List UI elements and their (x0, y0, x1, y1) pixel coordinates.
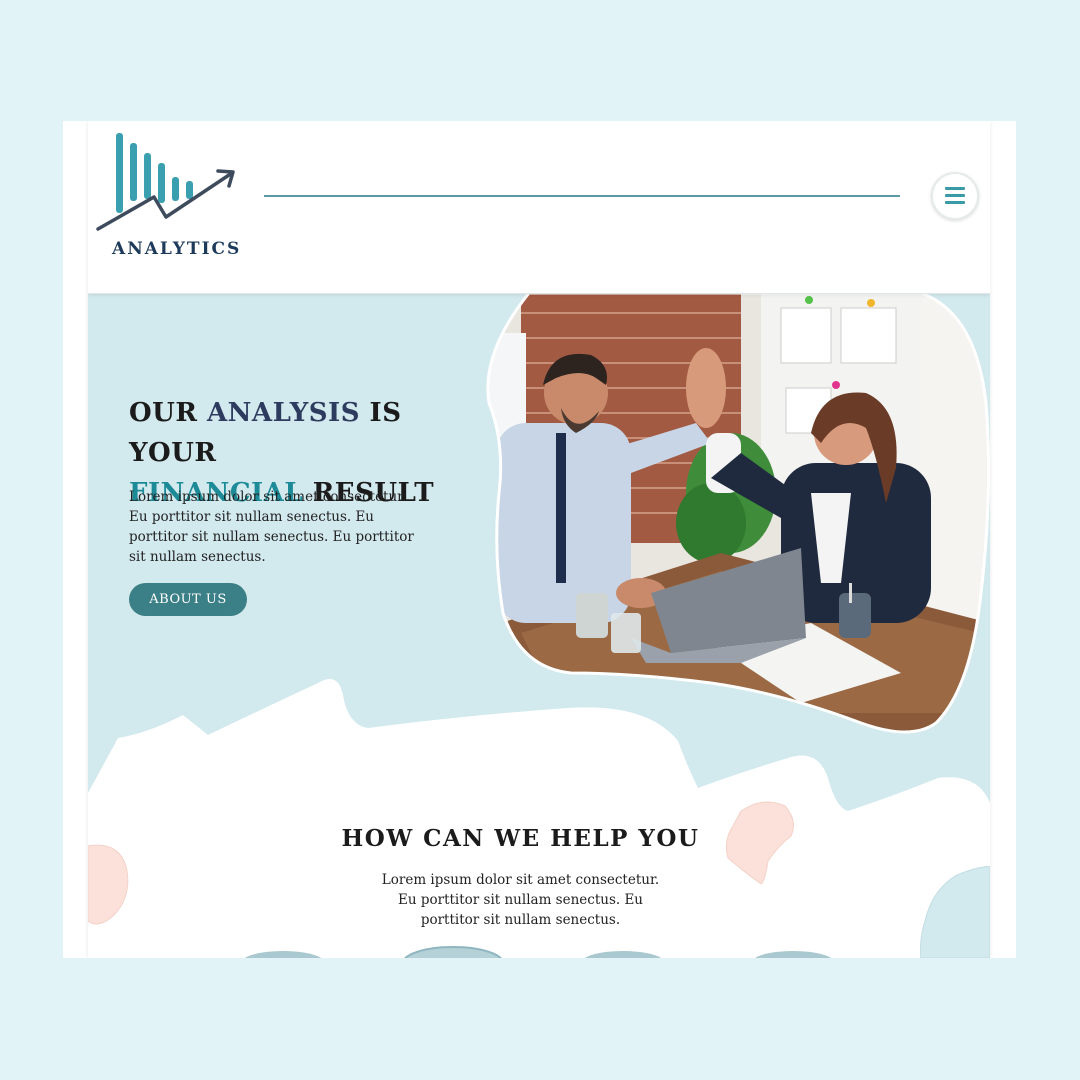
about-us-button[interactable]: ABOUT US (129, 583, 247, 616)
header-divider-line (264, 195, 900, 197)
hero-section: OUR ANALYSIS IS YOUR FINANCIAL RESULT Lor… (88, 291, 990, 958)
help-section-description: Lorem ipsum dolor sit amet consectetur. … (381, 872, 660, 928)
hamburger-menu-icon (945, 187, 965, 190)
bar-chart-logo-icon (96, 133, 235, 231)
service-icons-row (244, 946, 832, 958)
menu-button[interactable] (931, 172, 979, 220)
analytics-logo[interactable]: ANALYTICS (96, 131, 239, 259)
logo-text: ANALYTICS (112, 239, 242, 259)
website-page: ANALYTICS OUR ANALYSIS IS YOUR FINANCIAL … (88, 121, 990, 958)
blue-blob-right (920, 866, 990, 958)
site-header: ANALYTICS (88, 121, 990, 294)
page-frame: ANALYTICS OUR ANALYSIS IS YOUR FINANCIAL … (63, 121, 1016, 958)
hero-description: Lorem ipsum dolor sit amet consectetur. … (129, 489, 414, 565)
help-section-title: HOW CAN WE HELP YOU (341, 825, 700, 852)
peach-blob-left (88, 844, 129, 925)
